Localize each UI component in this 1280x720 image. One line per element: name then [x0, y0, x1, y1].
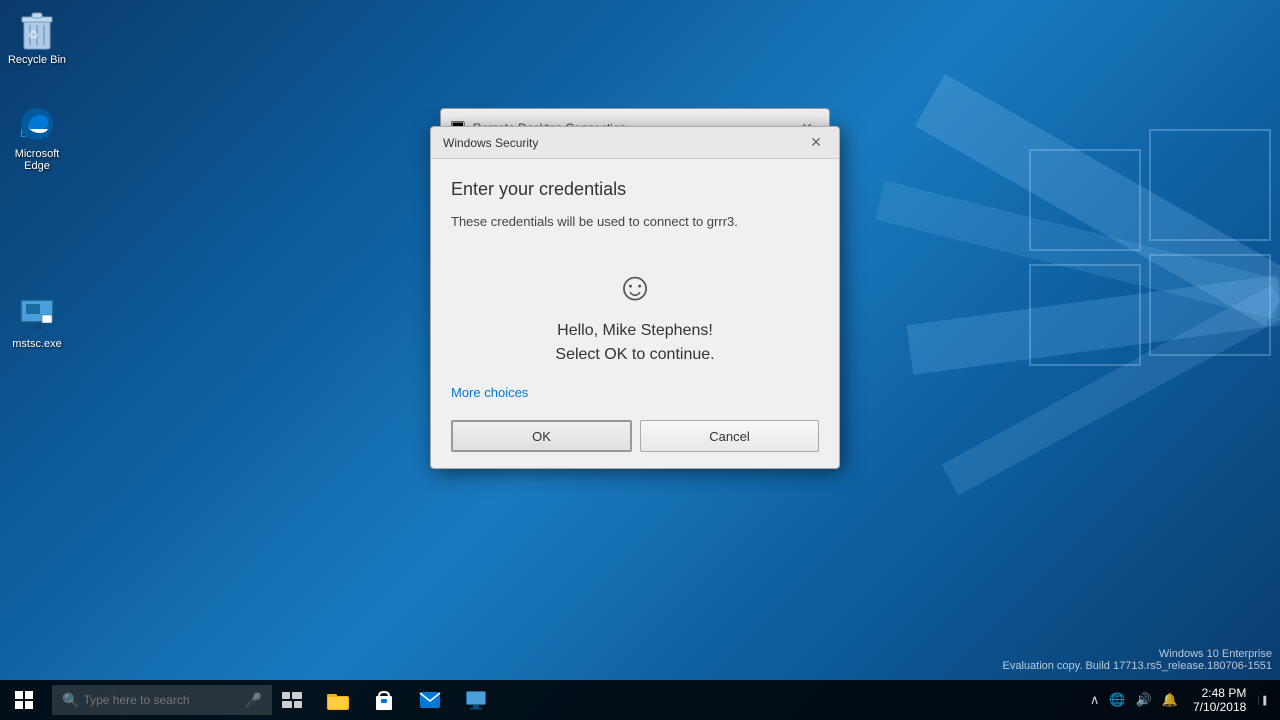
taskbar-systray-area: ∧ 🌐 🔊 🔔 2:48 PM 7/10/2018 ▌ — [1087, 686, 1280, 714]
store-icon — [374, 690, 394, 710]
volume-icon[interactable]: 🔊 — [1133, 692, 1155, 708]
network-icon[interactable]: 🌐 — [1106, 692, 1128, 708]
dialog-heading: Enter your credentials — [451, 179, 819, 200]
dialog-body: Enter your credentials These credentials… — [431, 159, 839, 468]
user-greeting: Hello, Mike Stephens! — [557, 322, 713, 340]
recycle-bin-icon: ♻ — [17, 10, 57, 50]
clock-time: 2:48 PM — [1193, 686, 1246, 700]
taskbar: 🔍 🎤 — [0, 680, 1280, 720]
taskbar-rdp[interactable] — [454, 680, 498, 720]
show-hidden-icons-button[interactable]: ∧ — [1087, 692, 1103, 708]
start-button[interactable] — [0, 680, 48, 720]
task-view-icon — [282, 692, 302, 708]
user-avatar: ☺ — [615, 265, 656, 310]
edge-icon: BETA — [17, 104, 57, 144]
watermark-line1: Windows 10 Enterprise — [1003, 648, 1273, 660]
dialog-subtext: These credentials will be used to connec… — [451, 214, 819, 229]
dialog-close-button[interactable]: ✕ — [805, 132, 827, 154]
more-choices-link[interactable]: More choices — [451, 385, 528, 400]
user-section: ☺ Hello, Mike Stephens! Select OK to con… — [451, 249, 819, 384]
user-instruction: Select OK to continue. — [555, 346, 714, 364]
watermark-line2: Evaluation copy. Build 17713.rs5_release… — [1003, 660, 1273, 672]
taskbar-explorer[interactable] — [316, 680, 360, 720]
windows-watermark: Windows 10 Enterprise Evaluation copy. B… — [1003, 648, 1273, 672]
show-desktop-button[interactable]: ▌ — [1258, 696, 1272, 705]
search-icon: 🔍 — [62, 692, 79, 709]
search-input[interactable] — [83, 693, 244, 707]
search-bar[interactable]: 🔍 🎤 — [52, 685, 272, 715]
windows-logo-icon — [15, 691, 33, 709]
security-dialog: Windows Security ✕ Enter your credential… — [430, 126, 840, 469]
desktop: ♻ Recycle Bin BETA MicrosoftEdge — [0, 0, 1280, 720]
dialog-title: Windows Security — [443, 136, 805, 150]
dialog-buttons: OK Cancel — [451, 416, 819, 452]
mstsc-label: mstsc.exe — [12, 338, 62, 350]
task-view-button[interactable] — [272, 680, 312, 720]
ok-button[interactable]: OK — [451, 420, 632, 452]
desktop-icon-edge[interactable]: BETA MicrosoftEdge — [1, 100, 73, 176]
taskbar-clock[interactable]: 2:48 PM 7/10/2018 — [1185, 686, 1254, 714]
recycle-bin-label: Recycle Bin — [8, 54, 66, 66]
edge-label: MicrosoftEdge — [15, 148, 60, 172]
desktop-icon-mstsc[interactable]: mstsc.exe — [1, 290, 73, 354]
mail-icon — [419, 691, 441, 709]
microphone-icon[interactable]: 🎤 — [245, 692, 262, 709]
notification-icon[interactable]: 🔔 — [1159, 692, 1181, 708]
clock-date: 7/10/2018 — [1193, 700, 1246, 714]
taskbar-store[interactable] — [362, 680, 406, 720]
rdp-taskbar-icon — [465, 690, 487, 710]
svg-text:♻: ♻ — [28, 28, 39, 42]
mstsc-icon — [17, 294, 57, 334]
systray-icons: ∧ 🌐 🔊 🔔 — [1087, 692, 1181, 708]
taskbar-mail[interactable] — [408, 680, 452, 720]
file-explorer-icon — [327, 690, 349, 710]
cancel-button[interactable]: Cancel — [640, 420, 819, 452]
desktop-icon-recycle-bin[interactable]: ♻ Recycle Bin — [1, 6, 73, 70]
taskbar-apps — [316, 680, 498, 720]
dialog-titlebar: Windows Security ✕ — [431, 127, 839, 159]
